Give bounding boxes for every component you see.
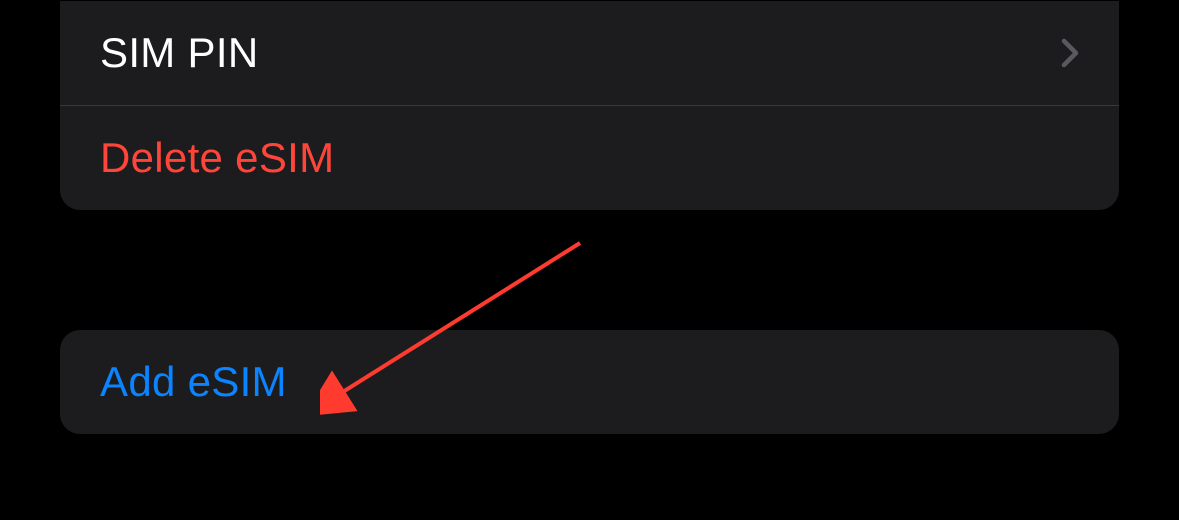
sim-pin-row[interactable]: SIM PIN <box>60 1 1119 106</box>
settings-group-add-esim: Add eSIM <box>60 330 1119 434</box>
settings-group-sim: SIM PIN Delete eSIM <box>60 1 1119 210</box>
add-esim-label: Add eSIM <box>100 358 287 406</box>
add-esim-row[interactable]: Add eSIM <box>60 330 1119 434</box>
delete-esim-row[interactable]: Delete eSIM <box>60 106 1119 210</box>
chevron-right-icon <box>1061 38 1079 68</box>
sim-pin-label: SIM PIN <box>100 29 258 77</box>
delete-esim-label: Delete eSIM <box>100 134 334 182</box>
